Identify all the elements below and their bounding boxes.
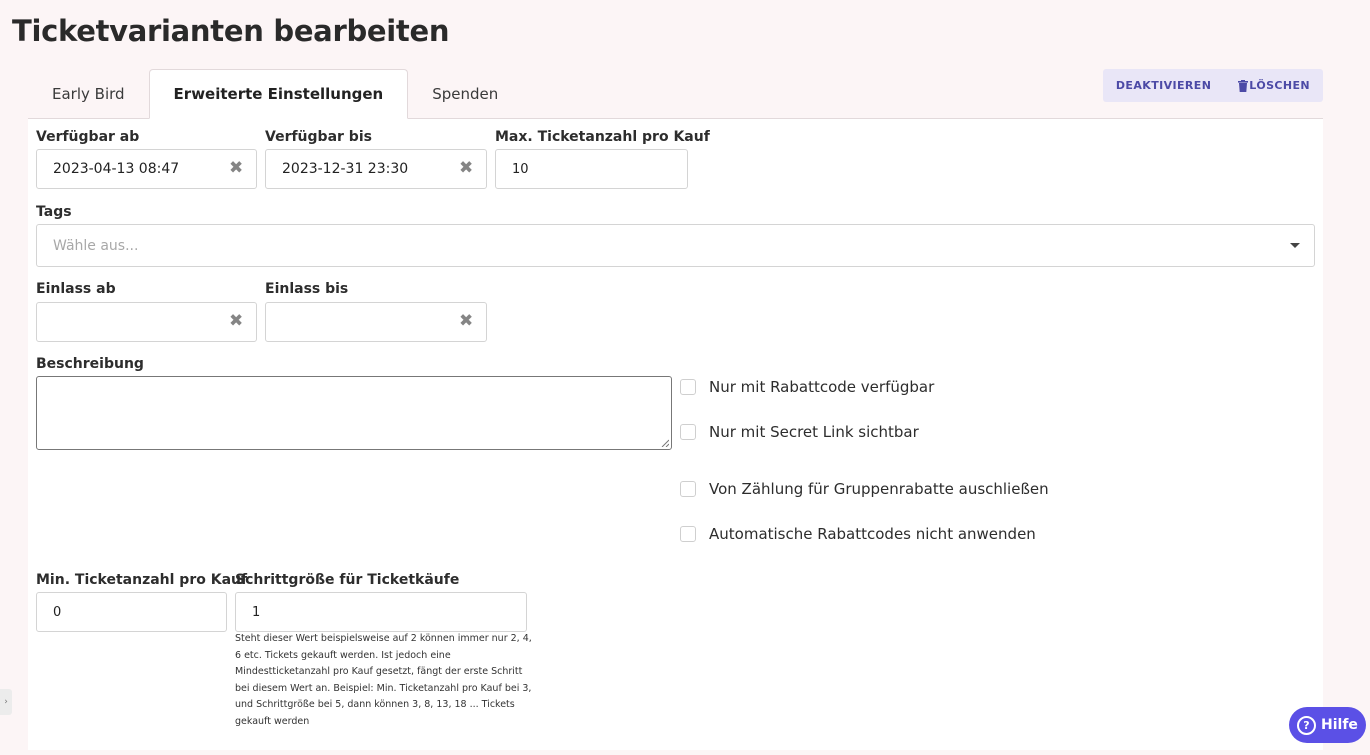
- checkbox[interactable]: [680, 379, 696, 395]
- checkbox-label: Nur mit Secret Link sichtbar: [709, 423, 919, 441]
- min-tickets-value: 0: [53, 604, 62, 620]
- max-tickets-input[interactable]: 10: [495, 149, 688, 189]
- checkbox-no-auto-discount-codes[interactable]: Automatische Rabattcodes nicht anwenden: [680, 525, 1036, 543]
- help-button[interactable]: ? Hilfe: [1289, 707, 1366, 743]
- step-size-value: 1: [252, 604, 261, 620]
- available-until-value: 2023-12-31 23:30: [282, 161, 409, 177]
- checkbox[interactable]: [680, 481, 696, 497]
- close-icon[interactable]: ✖: [459, 313, 473, 330]
- max-tickets-value: 10: [512, 161, 529, 177]
- tab-spenden[interactable]: Spenden: [408, 69, 522, 118]
- close-icon[interactable]: ✖: [459, 160, 473, 177]
- description-textarea[interactable]: [36, 376, 672, 450]
- checkbox-label: Automatische Rabattcodes nicht anwenden: [709, 525, 1036, 543]
- available-until-input[interactable]: 2023-12-31 23:30 ✖: [265, 149, 487, 189]
- min-tickets-input[interactable]: 0: [36, 592, 227, 632]
- max-tickets-label: Max. Ticketanzahl pro Kauf: [495, 129, 710, 145]
- available-from-input[interactable]: 2023-04-13 08:47 ✖: [36, 149, 257, 189]
- close-icon[interactable]: ✖: [229, 160, 243, 177]
- tags-placeholder: Wähle aus...: [53, 237, 139, 254]
- checkbox-label: Nur mit Rabattcode verfügbar: [709, 378, 935, 396]
- available-from-label: Verfügbar ab: [36, 129, 140, 145]
- chevron-down-icon[interactable]: [1290, 243, 1300, 248]
- checkbox-exclude-group-discounts[interactable]: Von Zählung für Gruppenrabatte auschließ…: [680, 480, 1049, 498]
- entry-until-input[interactable]: ✖: [265, 302, 487, 342]
- action-buttons: DEAKTIVIEREN LÖSCHEN: [1102, 69, 1323, 102]
- deactivate-button[interactable]: DEAKTIVIEREN: [1102, 69, 1225, 102]
- checkbox-label: Von Zählung für Gruppenrabatte auschließ…: [709, 480, 1049, 498]
- available-from-value: 2023-04-13 08:47: [53, 161, 180, 177]
- step-size-help-text: Steht dieser Wert beispielsweise auf 2 k…: [235, 633, 532, 727]
- step-size-input[interactable]: 1: [235, 592, 527, 632]
- checkbox[interactable]: [680, 424, 696, 440]
- tags-label: Tags: [36, 204, 72, 220]
- settings-panel: Verfügbar ab 2023-04-13 08:47 ✖ Verfügba…: [28, 118, 1323, 750]
- step-size-label: Schrittgröße für Ticketkäufe: [235, 572, 460, 588]
- checkbox[interactable]: [680, 526, 696, 542]
- checkbox-secret-link-only[interactable]: Nur mit Secret Link sichtbar: [680, 423, 919, 441]
- trash-icon: [1238, 79, 1249, 92]
- delete-button[interactable]: LÖSCHEN: [1224, 69, 1323, 102]
- available-until-label: Verfügbar bis: [265, 129, 372, 145]
- delete-button-label: LÖSCHEN: [1249, 79, 1310, 92]
- tab-erweiterte-einstellungen[interactable]: Erweiterte Einstellungen: [148, 69, 409, 119]
- help-button-label: Hilfe: [1321, 717, 1358, 733]
- page-title: Ticketvarianten bearbeiten: [12, 14, 450, 48]
- close-icon[interactable]: ✖: [229, 313, 243, 330]
- entry-from-label: Einlass ab: [36, 281, 116, 297]
- entry-until-label: Einlass bis: [265, 281, 349, 297]
- sidebar-toggle-icon[interactable]: ›: [0, 689, 12, 715]
- tags-select[interactable]: Wähle aus...: [36, 224, 1315, 267]
- min-tickets-label: Min. Ticketanzahl pro Kauf: [36, 572, 248, 588]
- checkbox-discount-code-only[interactable]: Nur mit Rabattcode verfügbar: [680, 378, 934, 396]
- resize-handle-icon[interactable]: [661, 439, 669, 447]
- tab-early-bird[interactable]: Early Bird: [28, 69, 149, 118]
- question-circle-icon: ?: [1297, 715, 1316, 735]
- description-label: Beschreibung: [36, 356, 144, 372]
- tab-bar: Early Bird Erweiterte Einstellungen Spen…: [28, 69, 522, 119]
- entry-from-input[interactable]: ✖: [36, 302, 257, 342]
